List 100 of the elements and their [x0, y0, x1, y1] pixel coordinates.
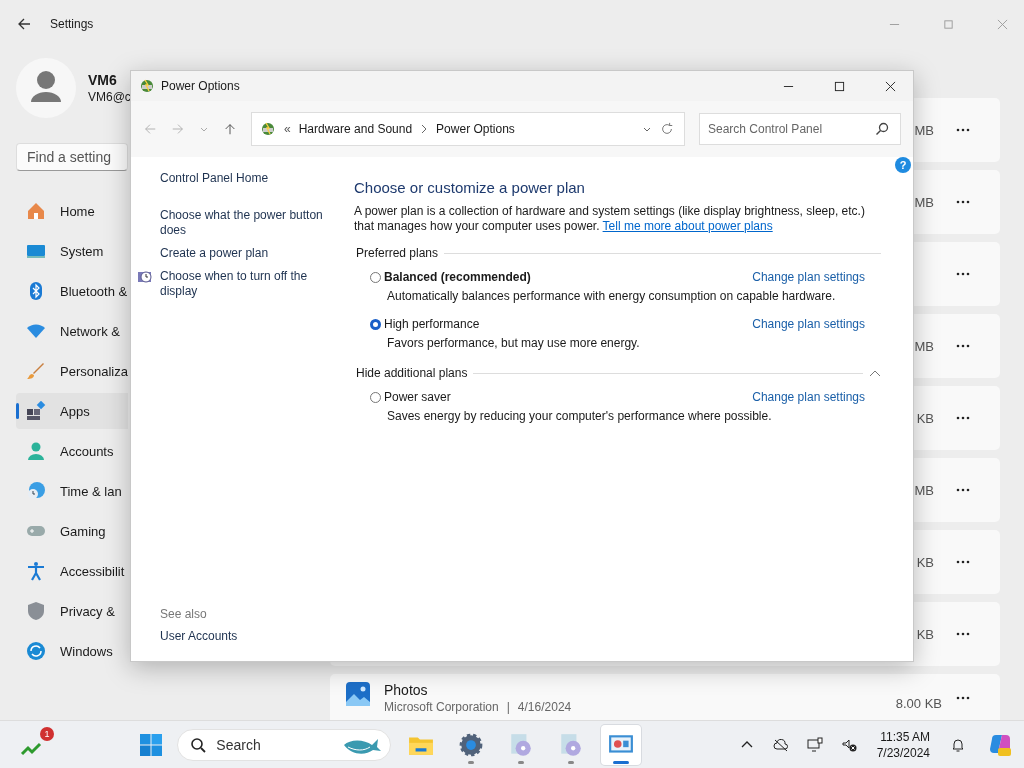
breadcrumb-overflow[interactable]: «	[284, 122, 291, 136]
sidebar-link[interactable]: User Accounts	[160, 629, 346, 643]
change-plan-link[interactable]: Change plan settings	[752, 317, 865, 331]
radio-button[interactable]	[370, 318, 381, 330]
nav-item[interactable]: Personaliza	[16, 353, 128, 389]
search-field[interactable]: Search Control Panel	[699, 113, 901, 145]
nav-item[interactable]: Windows	[16, 633, 128, 669]
cloud-off-icon[interactable]	[772, 736, 789, 753]
avatar-icon	[16, 58, 76, 118]
clock-time[interactable]: 11:35 AM	[880, 729, 930, 744]
app-date: 4/16/2024	[517, 700, 572, 714]
copilot-icon[interactable]	[988, 732, 1012, 757]
user-email: VM6@c	[88, 90, 131, 104]
clock-monitor-icon	[137, 269, 153, 285]
maximize-icon[interactable]	[834, 80, 845, 92]
nav-item[interactable]: Privacy &	[16, 593, 128, 629]
more-icon[interactable]	[956, 272, 970, 276]
taskbar-app[interactable]	[601, 724, 642, 765]
window-title: Power Options	[161, 79, 240, 93]
app-size: MB	[914, 482, 934, 498]
taskbar-search[interactable]: Search	[177, 728, 392, 761]
change-plan-link[interactable]: Change plan settings	[752, 390, 865, 404]
chevron-icon[interactable]	[869, 369, 881, 377]
nav-item[interactable]: Accounts	[16, 433, 128, 469]
clock-date[interactable]: 7/23/2024	[876, 745, 930, 760]
nav-item[interactable]: Network &	[16, 313, 128, 349]
plan-description: Favors performance, but may use more energy.	[386, 336, 641, 350]
breadcrumb[interactable]: Power Options	[436, 122, 515, 136]
running-indicator	[468, 760, 475, 764]
search-icon	[875, 122, 889, 136]
shield-icon	[26, 601, 46, 621]
sync-icon	[26, 641, 46, 661]
start-icon[interactable]	[139, 732, 164, 757]
house-icon	[26, 201, 46, 221]
sidebar-link[interactable]: Choose when to turn off the display	[160, 269, 346, 299]
plan-name: High performance	[384, 317, 480, 331]
change-plan-link[interactable]: Change plan settings	[752, 270, 865, 284]
running-indicator	[518, 760, 525, 764]
running-indicator	[568, 760, 575, 764]
up-arrow-icon[interactable]	[223, 122, 237, 136]
photos-app-icon	[346, 682, 370, 706]
more-icon[interactable]	[956, 488, 970, 492]
globe-clock-icon	[26, 481, 46, 501]
accessibility-icon	[26, 561, 46, 581]
more-icon[interactable]	[956, 200, 970, 204]
section-title: Hide additional plans	[356, 366, 468, 380]
app-size: KB	[916, 626, 934, 642]
close-icon[interactable]	[885, 80, 896, 92]
brush-icon	[26, 361, 46, 381]
back-arrow-icon[interactable]	[16, 16, 32, 32]
more-icon[interactable]	[956, 128, 970, 132]
nav-item[interactable]: Gaming	[16, 513, 128, 549]
app-title: Settings	[50, 17, 94, 31]
gear-icon	[458, 731, 485, 758]
app-publisher: Microsoft Corporation	[384, 700, 499, 714]
refresh-icon[interactable]	[660, 122, 674, 136]
app-size: MB	[914, 122, 934, 138]
app-size: KB	[916, 554, 934, 570]
app-name: Photos	[384, 682, 429, 698]
nav-item[interactable]: Bluetooth &	[16, 273, 128, 309]
bell-icon[interactable]	[950, 736, 966, 753]
plan-description: Saves energy by reducing your computer's performance where possible.	[386, 409, 773, 423]
description: A power plan is a collection of hardware and system settings (like display brightness, sleep, etc.) that manages how your computer uses power. Tell me more about power plans	[354, 204, 866, 234]
more-icon[interactable]	[956, 696, 970, 700]
notification-badge: 1	[40, 726, 54, 741]
nav-item[interactable]: Apps	[16, 393, 128, 429]
more-icon[interactable]	[956, 632, 970, 636]
app-size: KB	[916, 410, 934, 426]
person-icon	[26, 441, 46, 461]
help-icon[interactable]: ?	[895, 157, 911, 173]
plan-name: Power saver	[384, 390, 451, 404]
app-size: MB	[914, 338, 934, 354]
separator: |	[506, 700, 510, 714]
nav-item[interactable]: System	[16, 233, 128, 269]
monitor-icon[interactable]	[806, 736, 823, 753]
app-size: 8.00 KB	[895, 696, 942, 711]
section-title: Preferred plans	[356, 246, 439, 260]
nav-item[interactable]: Accessibilit	[16, 553, 128, 589]
nav-item[interactable]: Time & lan	[16, 473, 128, 509]
more-icon[interactable]	[956, 416, 970, 420]
chevron-right-icon	[420, 124, 429, 134]
app-size: MB	[914, 194, 934, 210]
more-icon[interactable]	[956, 344, 970, 348]
apps-icon	[26, 401, 46, 421]
help-link[interactable]: Tell me more about power plans	[602, 219, 773, 233]
sidebar-link[interactable]: Create a power plan	[160, 246, 346, 261]
radio-button[interactable]	[370, 391, 381, 403]
radio-button[interactable]	[370, 271, 381, 283]
more-icon[interactable]	[956, 560, 970, 564]
plan-description: Automatically balances performance with energy consumption on capable hardware.	[386, 289, 837, 303]
search-field[interactable]: Find a setting	[16, 143, 128, 171]
nav-item[interactable]: Home	[16, 193, 128, 229]
stocks-widget-icon[interactable]	[20, 740, 44, 757]
search-icon	[190, 736, 207, 753]
sidebar-link[interactable]: Choose what the power button does	[160, 208, 346, 238]
plan-name: Balanced (recommended)	[384, 270, 531, 284]
page-heading: Choose or customize a power plan	[354, 179, 586, 196]
sidebar-link[interactable]: Control Panel Home	[160, 171, 346, 186]
address-bar[interactable]: « Hardware and Sound Power Options	[251, 112, 685, 146]
breadcrumb[interactable]: Hardware and Sound	[298, 122, 413, 136]
